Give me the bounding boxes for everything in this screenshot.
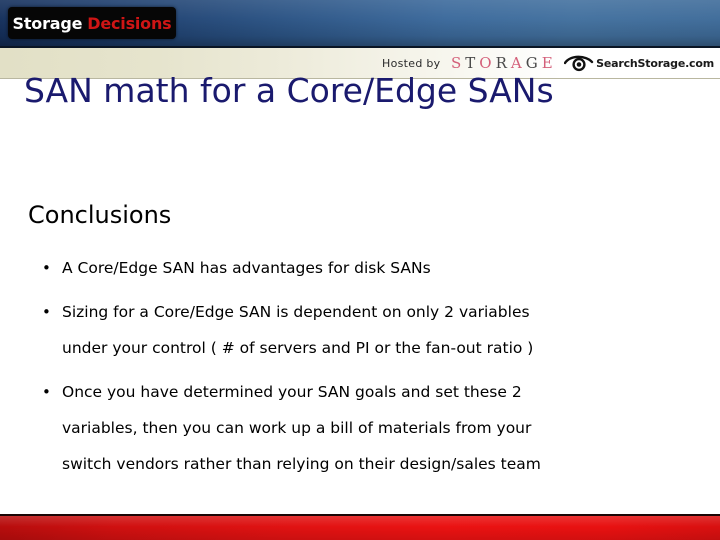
hosted-by-label: Hosted by	[382, 56, 441, 70]
storage-decisions-logo-text: Storage Decisions	[13, 14, 172, 33]
storage-decisions-logo: Storage Decisions	[8, 7, 176, 39]
bullet-marker-icon: •	[42, 259, 51, 277]
header-blue-band: Storage Decisions	[0, 0, 720, 48]
bullet-marker-icon: •	[42, 303, 51, 321]
bullet-line: Once you have determined your SAN goals …	[62, 383, 522, 401]
footer-red-bar	[0, 514, 720, 540]
bullet-line: A Core/Edge SAN has advantages for disk …	[62, 259, 431, 277]
brand-word-storage: Storage	[12, 13, 83, 33]
bullet-line: switch vendors rather than relying on th…	[62, 455, 541, 473]
list-item: • Once you have determined your SAN goal…	[0, 374, 720, 482]
bullet-line: Sizing for a Core/Edge SAN is dependent …	[62, 303, 530, 321]
bullet-line: under your control ( # of servers and PI…	[62, 339, 534, 357]
slide-title: SAN math for a Core/Edge SANs	[24, 71, 554, 110]
conclusions-bullet-list: • A Core/Edge SAN has advantages for dis…	[0, 250, 720, 482]
list-item: • A Core/Edge SAN has advantages for dis…	[0, 250, 720, 286]
section-heading-conclusions: Conclusions	[28, 201, 172, 229]
bullet-line: variables, then you can work up a bill o…	[62, 419, 532, 437]
bullet-marker-icon: •	[42, 383, 51, 401]
brand-word-decisions: Decisions	[87, 13, 172, 33]
searchstorage-logo-text: SearchStorage.com	[596, 56, 714, 70]
slide-body: Conclusions • A Core/Edge SAN has advant…	[0, 200, 720, 490]
list-item: • Sizing for a Core/Edge SAN is dependen…	[0, 294, 720, 366]
